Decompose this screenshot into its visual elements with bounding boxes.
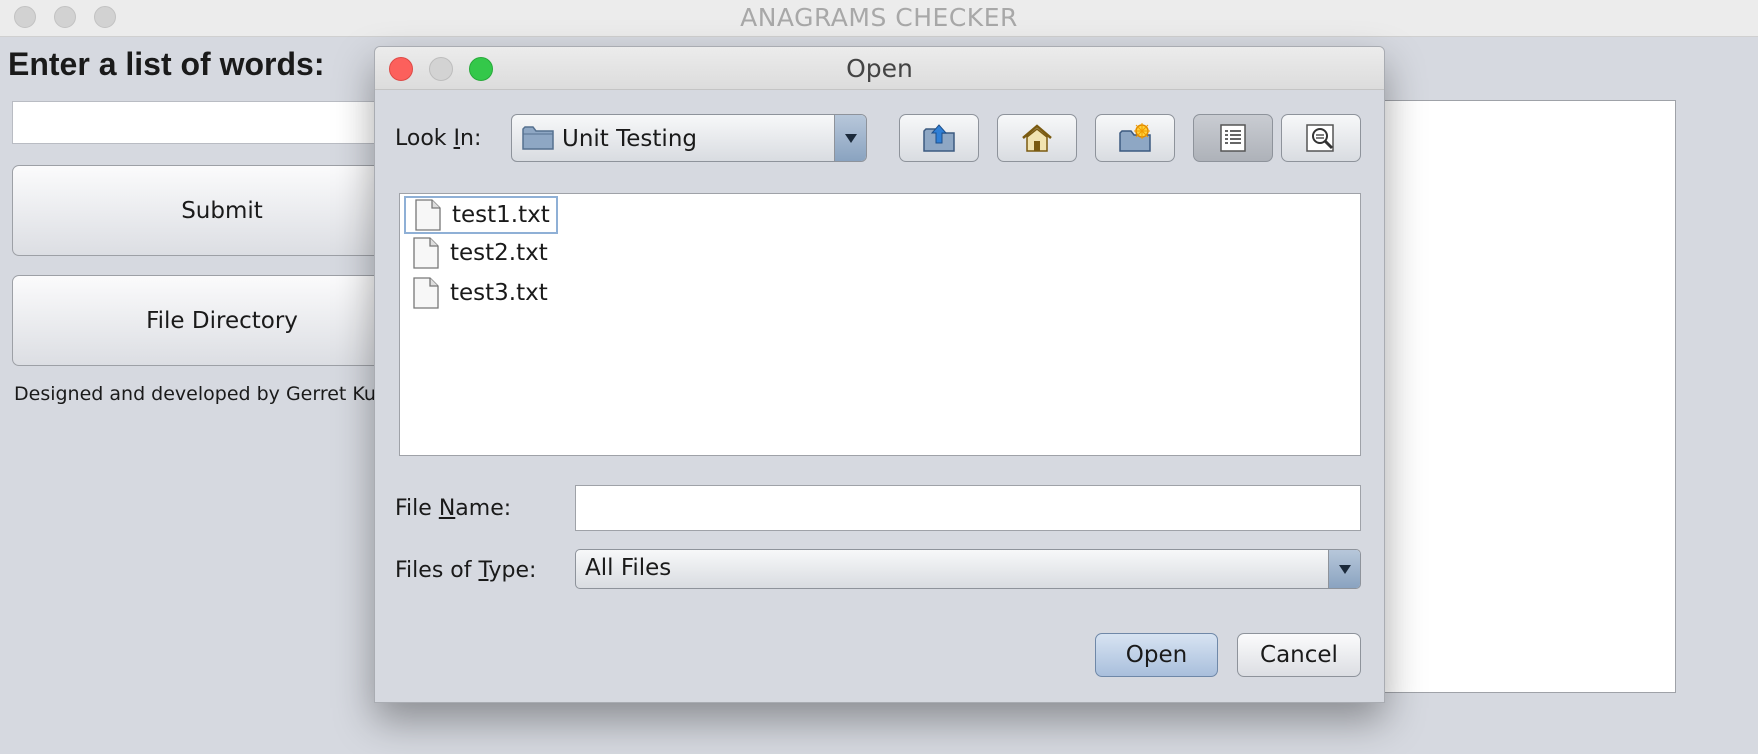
file-directory-button[interactable]: File Directory [12, 275, 392, 366]
open-button[interactable]: Open [1095, 633, 1218, 677]
look-in-label: Look In: [395, 126, 482, 151]
words-input[interactable] [12, 101, 392, 144]
file-name: test2.txt [450, 240, 548, 266]
words-label: Enter a list of words: [8, 46, 325, 82]
home-icon [1022, 124, 1052, 152]
file-icon [415, 199, 441, 231]
cancel-button-label: Cancel [1260, 642, 1338, 668]
main-window-title: ANAGRAMS CHECKER [740, 3, 1018, 32]
file-icon [413, 237, 439, 269]
open-dialog: Open Look In: Unit Testing test1.txt tes… [374, 46, 1385, 703]
file-name: test1.txt [452, 202, 550, 228]
cancel-button[interactable]: Cancel [1237, 633, 1361, 677]
file-directory-button-label: File Directory [146, 307, 298, 334]
file-name-label: File Name: [395, 496, 512, 521]
output-area[interactable] [1370, 100, 1676, 693]
file-item[interactable]: test2.txt [404, 234, 554, 272]
details-view-icon [1306, 124, 1334, 152]
file-name-input[interactable] [575, 485, 1361, 531]
look-in-value: Unit Testing [562, 126, 697, 152]
dialog-title: Open [846, 54, 913, 83]
file-list[interactable]: test1.txt test2.txt test3.txt [399, 193, 1361, 456]
chevron-down-icon[interactable] [1328, 550, 1360, 588]
list-view-icon [1220, 124, 1246, 152]
list-view-button[interactable] [1193, 114, 1273, 162]
up-folder-icon [923, 124, 955, 152]
chevron-down-icon[interactable] [834, 115, 866, 161]
files-of-type-value: All Files [585, 555, 672, 581]
files-of-type-label: Files of Type: [395, 558, 537, 583]
credits-text: Designed and developed by Gerret Ku [14, 383, 376, 405]
file-icon [413, 277, 439, 309]
details-view-button[interactable] [1281, 114, 1361, 162]
up-folder-button[interactable] [899, 114, 979, 162]
file-name: test3.txt [450, 280, 548, 306]
open-button-label: Open [1125, 642, 1188, 668]
file-item[interactable]: test3.txt [404, 274, 554, 312]
home-button[interactable] [997, 114, 1077, 162]
folder-icon [522, 126, 554, 150]
main-titlebar: ANAGRAMS CHECKER [0, 0, 1758, 37]
look-in-combo[interactable]: Unit Testing [511, 114, 867, 162]
submit-button[interactable]: Submit [12, 165, 392, 256]
new-folder-icon [1119, 123, 1151, 152]
dialog-titlebar: Open [375, 47, 1384, 90]
files-of-type-combo[interactable]: All Files [575, 549, 1361, 589]
submit-button-label: Submit [181, 197, 263, 224]
file-item[interactable]: test1.txt [404, 196, 558, 234]
new-folder-button[interactable] [1095, 114, 1175, 162]
